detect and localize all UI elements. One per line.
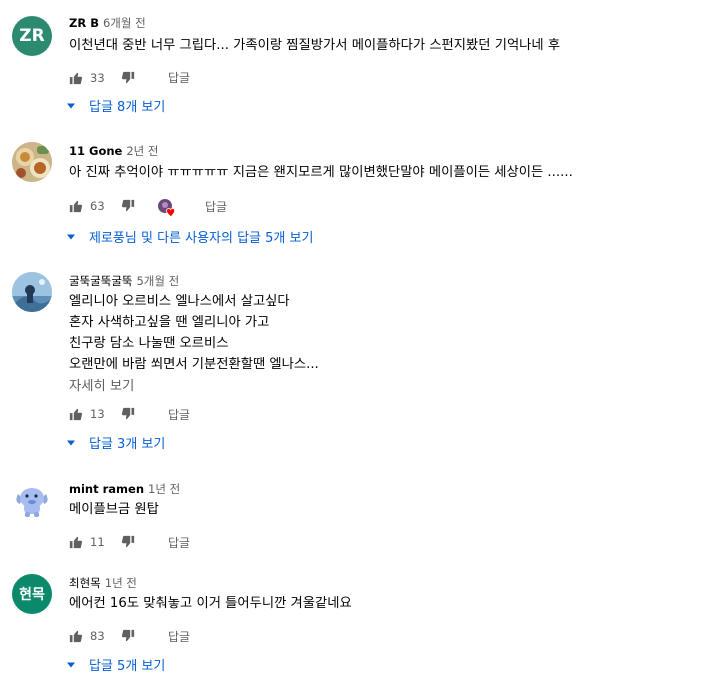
like-count: 83	[90, 629, 105, 643]
like-button[interactable]: 13	[69, 407, 105, 421]
view-replies-label: 답글 3개 보기	[89, 437, 166, 452]
dislike-button[interactable]	[121, 535, 135, 549]
comment-time[interactable]: 2년 전	[126, 144, 158, 158]
comment-time[interactable]: 1년 전	[148, 482, 180, 496]
comment-line: 친구랑 담소 나눌땐 오르비스	[69, 336, 229, 351]
comment-line: 메이플브금 원탑	[69, 502, 159, 517]
scenery-avatar	[12, 272, 52, 312]
comment-time[interactable]: 5개월 전	[136, 274, 179, 288]
thumbs-down-icon	[121, 199, 134, 212]
food-photo-avatar	[12, 142, 52, 182]
caret-down-icon	[66, 439, 76, 447]
avatar[interactable]: ZR	[12, 16, 52, 56]
comment-text: 엘리니아 오르비스 엘나스에서 살고싶다 혼자 사색하고싶을 땐 엘리니아 가고…	[69, 291, 319, 375]
caret-down-icon	[66, 102, 76, 110]
comment-time[interactable]: 1년 전	[105, 576, 137, 590]
comment-line: 에어컨 16도 맞춰놓고 이거 틀어두니깐 겨울같네요	[69, 596, 352, 611]
dislike-button[interactable]	[121, 407, 135, 421]
comment-header: 11 Gone 2년 전	[69, 143, 158, 159]
avatar[interactable]: 현목	[12, 574, 52, 614]
like-button[interactable]: 83	[69, 629, 105, 643]
comment-text: 에어컨 16도 맞춰놓고 이거 틀어두니깐 겨울같네요	[69, 593, 352, 614]
view-replies-label: 답글 8개 보기	[89, 100, 166, 115]
caret-down-icon	[66, 233, 76, 241]
comment-actions: 63	[69, 196, 135, 216]
avatar[interactable]	[12, 142, 52, 182]
like-count: 33	[90, 71, 105, 85]
thumbs-down-icon	[121, 71, 134, 84]
comment-line: 엘리니아 오르비스 엘나스에서 살고싶다	[69, 294, 290, 309]
view-replies-button[interactable]: 답글 3개 보기	[66, 433, 165, 452]
creator-heart	[157, 198, 177, 218]
comment-actions: 83	[69, 626, 135, 646]
comment-text: 아 진짜 추억이야 ㅠㅠㅠㅠㅠ 지금은 왠지모르게 많이변했단말야 메이플이든 …	[69, 162, 573, 183]
reply-button[interactable]: 답글	[168, 628, 190, 645]
comment-actions: 11	[69, 532, 135, 552]
read-more-button[interactable]: 자세히 보기	[69, 375, 134, 394]
comment-header: mint ramen 1년 전	[69, 481, 180, 497]
thumbs-down-icon	[121, 535, 134, 548]
author-name[interactable]: 최현목	[69, 576, 101, 590]
view-replies-button[interactable]: 답글 8개 보기	[66, 96, 165, 115]
thumbs-up-icon	[69, 408, 83, 421]
reply-button[interactable]: 답글	[168, 534, 190, 551]
author-name[interactable]: 11 Gone	[69, 144, 122, 158]
like-count: 13	[90, 407, 105, 421]
comment-text: 이천년대 중반 너무 그립다... 가족이랑 찜질방가서 메이플하다가 스펀지봤…	[69, 35, 560, 56]
thumbs-down-icon	[121, 407, 134, 420]
comment-line: 아 진짜 추억이야 ㅠㅠㅠㅠㅠ 지금은 왠지모르게 많이변했단말야 메이플이든 …	[69, 165, 573, 180]
like-count: 11	[90, 535, 105, 549]
reply-button[interactable]: 답글	[168, 69, 190, 86]
thumbs-down-icon	[121, 629, 134, 642]
character-avatar	[12, 480, 52, 520]
comment-text: 메이플브금 원탑	[69, 499, 159, 520]
thumbs-up-icon	[69, 630, 83, 643]
comment-line: 혼자 사색하고싶을 땐 엘리니아 가고	[69, 315, 270, 330]
comment-time[interactable]: 6개월 전	[103, 16, 146, 30]
avatar[interactable]	[12, 480, 52, 520]
comment-header: 최현목 1년 전	[69, 575, 137, 591]
avatar-initials: 현목	[19, 587, 45, 603]
dislike-button[interactable]	[121, 199, 135, 213]
view-replies-label: 제로풍님 및 다른 사용자의 답글 5개 보기	[89, 231, 314, 246]
like-button[interactable]: 63	[69, 199, 105, 213]
author-name[interactable]: ZR B	[69, 16, 99, 30]
view-replies-label: 답글 5개 보기	[89, 659, 166, 674]
dislike-button[interactable]	[121, 71, 135, 85]
avatar[interactable]	[12, 272, 52, 312]
heart-icon	[166, 208, 176, 218]
reply-button[interactable]: 답글	[168, 406, 190, 423]
comment-actions: 33	[69, 68, 135, 88]
like-count: 63	[90, 199, 105, 213]
comment-header: ZR B 6개월 전	[69, 15, 146, 31]
like-button[interactable]: 11	[69, 535, 105, 549]
author-name[interactable]: mint ramen	[69, 482, 144, 496]
author-name[interactable]: 굴뚝굴뚝굴뚝	[69, 274, 132, 288]
thumbs-up-icon	[69, 536, 83, 549]
thumbs-up-icon	[69, 200, 83, 213]
comment-line: 오랜만에 바람 쐬면서 기분전환할땐 엘나스...	[69, 357, 319, 372]
view-replies-button[interactable]: 제로풍님 및 다른 사용자의 답글 5개 보기	[66, 227, 313, 246]
like-button[interactable]: 33	[69, 71, 105, 85]
dislike-button[interactable]	[121, 629, 135, 643]
caret-down-icon	[66, 661, 76, 669]
view-replies-button[interactable]: 답글 5개 보기	[66, 655, 165, 674]
creator-avatar-icon	[158, 199, 176, 218]
reply-button[interactable]: 답글	[205, 198, 227, 215]
comment-header: 굴뚝굴뚝굴뚝 5개월 전	[69, 273, 179, 289]
thumbs-up-icon	[69, 72, 83, 85]
comment-actions: 13	[69, 404, 135, 424]
avatar-initials: ZR	[19, 26, 45, 46]
comment-line: 이천년대 중반 너무 그립다... 가족이랑 찜질방가서 메이플하다가 스펀지봤…	[69, 38, 561, 53]
